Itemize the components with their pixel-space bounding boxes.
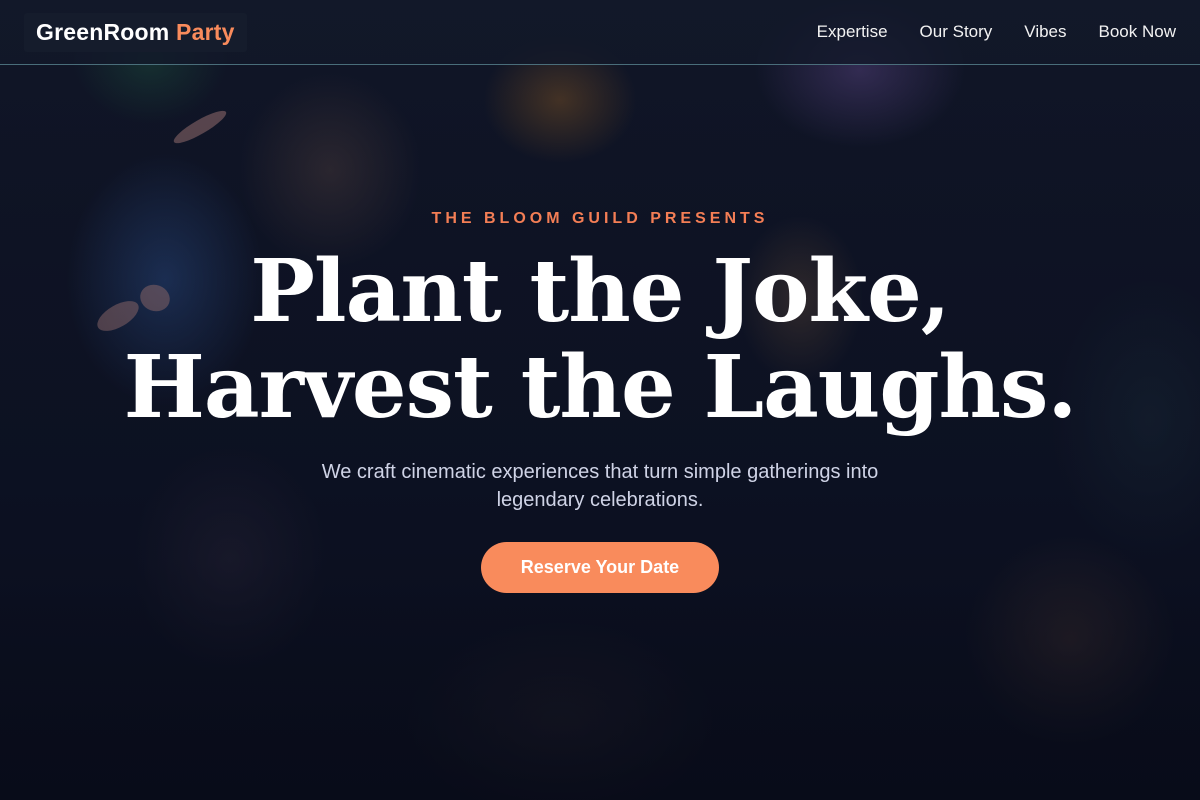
navbar: GreenRoom Party Expertise Our Story Vibe… — [0, 0, 1200, 65]
nav-menu: Expertise Our Story Vibes Book Now — [817, 22, 1176, 42]
brand-name-accent: Party — [176, 18, 235, 45]
nav-link-expertise[interactable]: Expertise — [817, 22, 888, 42]
hero-headline-line-1: Plant the Joke, — [250, 241, 950, 342]
brand-logo[interactable]: GreenRoom Party — [24, 12, 247, 52]
hero-eyebrow: THE BLOOM GUILD PRESENTS — [431, 210, 769, 227]
hero-headline: Plant the Joke, Harvest the Laughs. — [0, 244, 1200, 436]
nav-link-book-now[interactable]: Book Now — [1099, 22, 1176, 42]
reserve-date-button[interactable]: Reserve Your Date — [480, 542, 720, 593]
brand-name-main: GreenRoom — [36, 18, 170, 45]
nav-link-our-story[interactable]: Our Story — [920, 22, 993, 42]
hero-headline-line-2: Harvest the Laughs. — [123, 337, 1078, 438]
nav-link-vibes[interactable]: Vibes — [1024, 22, 1066, 42]
hero-section: THE BLOOM GUILD PRESENTS Plant the Joke,… — [0, 210, 1200, 593]
hero-subtitle: We craft cinematic experiences that turn… — [321, 461, 879, 511]
